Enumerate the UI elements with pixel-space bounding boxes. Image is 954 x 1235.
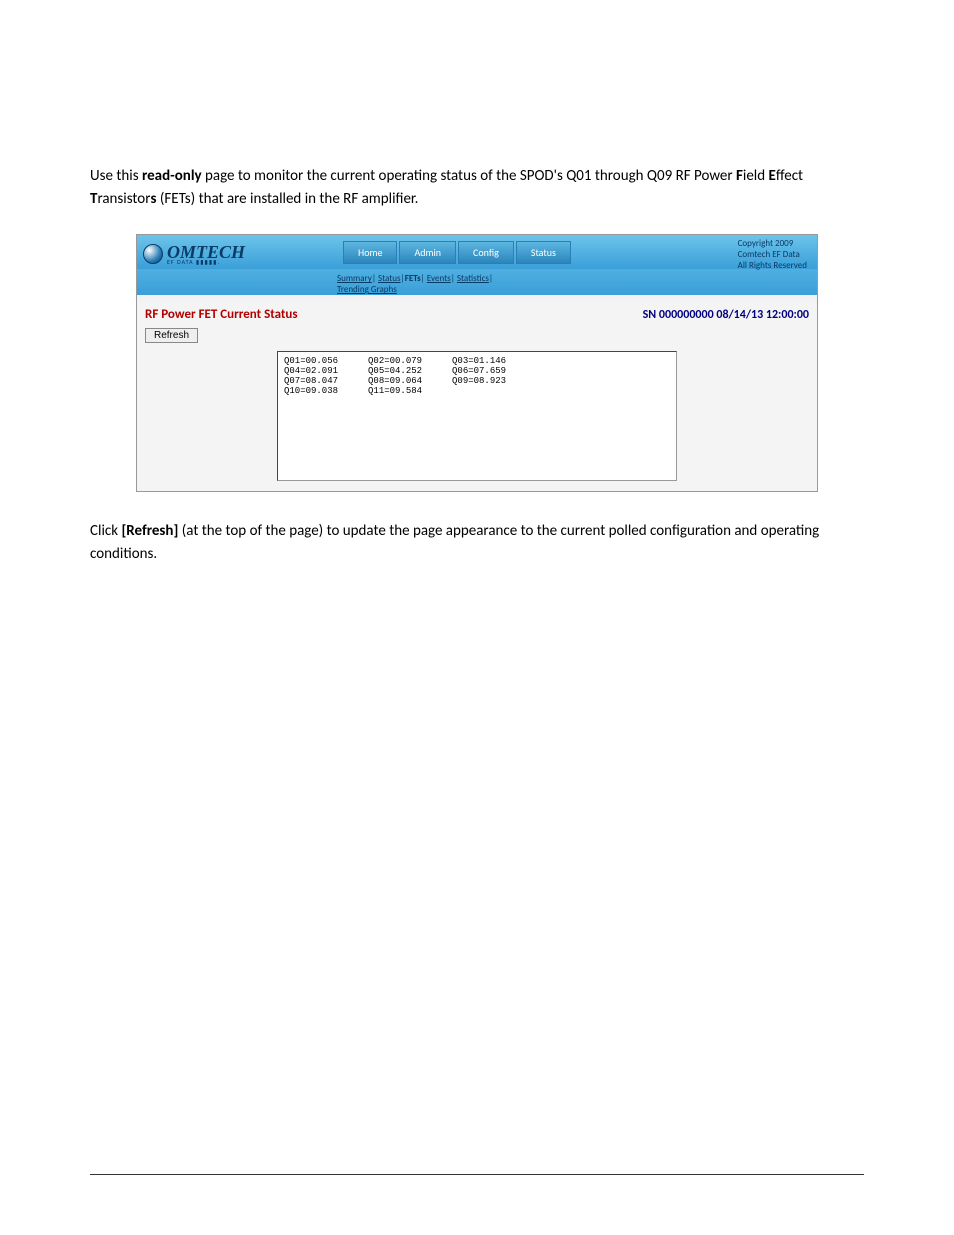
subnav-events[interactable]: Events [427, 273, 451, 284]
page-title: RF Power FET Current Status [145, 307, 298, 322]
fet-q08: Q08=09.064 [368, 376, 422, 386]
after-refresh: [Refresh] [121, 522, 178, 540]
logo: OMTECH EF DATA ▮▮▮▮▮. [143, 239, 303, 269]
intro-prefix: Use this [90, 167, 142, 185]
intro-tail: (FETs) that are installed in the RF ampl… [156, 190, 418, 208]
intro-mid: page to monitor the current operating st… [202, 167, 736, 185]
nav-config[interactable]: Config [458, 241, 514, 264]
fet-q07: Q07=08.047 [284, 376, 338, 386]
fet-q01: Q01=00.056 [284, 356, 338, 366]
intro-effect: ffect [776, 167, 803, 185]
subnav-summary[interactable]: Summary [337, 273, 372, 284]
intro-trans: ransistor [97, 190, 150, 208]
footer-rule [90, 1174, 864, 1175]
fet-q04: Q04=02.091 [284, 366, 338, 376]
after-paragraph: Click [Refresh] (at the top of the page)… [90, 520, 864, 565]
nav-home[interactable]: Home [343, 241, 397, 264]
fet-q02: Q02=00.079 [368, 356, 422, 366]
intro-paragraph: Use this read-only page to monitor the c… [90, 165, 864, 210]
intro-field: ield [743, 167, 769, 185]
fet-q09: Q09=08.923 [452, 376, 506, 386]
nav-admin[interactable]: Admin [399, 241, 456, 264]
intro-readonly: read-only [142, 167, 202, 185]
fet-q06: Q06=07.659 [452, 366, 506, 376]
fet-readout-box[interactable]: Q01=00.056 Q02=00.079 Q03=01.146 Q04=02.… [277, 351, 677, 481]
subnav-statistics[interactable]: Statistics [457, 273, 489, 284]
app-header-area: Copyright 2009 Comtech EF Data All Right… [137, 235, 817, 295]
refresh-button[interactable]: Refresh [145, 328, 198, 343]
fet-q11: Q11=09.584 [368, 386, 422, 396]
subnav-trending[interactable]: Trending Graphs [337, 284, 397, 295]
screenshot-frame: Copyright 2009 Comtech EF Data All Right… [136, 234, 818, 492]
copyright-block: Copyright 2009 Comtech EF Data All Right… [738, 239, 807, 271]
fet-q05: Q05=04.252 [368, 366, 422, 376]
logo-sub-text: EF DATA ▮▮▮▮▮. [167, 259, 245, 265]
after-prefix: Click [90, 522, 121, 540]
subnav-status[interactable]: Status [378, 273, 401, 284]
intro-f: F [736, 167, 743, 185]
fet-q10: Q10=09.038 [284, 386, 338, 396]
fet-q03: Q03=01.146 [452, 356, 506, 366]
copyright-line3: All Rights Reserved [738, 261, 807, 272]
globe-icon [143, 244, 163, 264]
subnav-fets[interactable]: FETs [405, 273, 421, 284]
sub-nav: Summary| Status|FETs| Events| Statistics… [337, 273, 817, 295]
content-pane: RF Power FET Current Status SN 000000000… [137, 301, 817, 491]
serial-number: SN 000000000 08/14/13 12:00:00 [643, 308, 809, 322]
intro-e: E [769, 167, 776, 185]
nav-status[interactable]: Status [516, 241, 571, 264]
after-tail: (at the top of the page) to update the p… [90, 522, 819, 563]
copyright-line2: Comtech EF Data [738, 250, 807, 261]
